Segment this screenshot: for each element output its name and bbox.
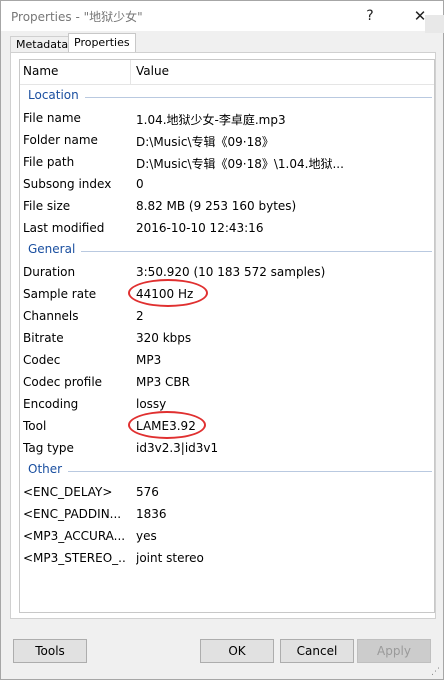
group-label: Location [28,88,85,102]
column-divider[interactable] [130,60,131,84]
list-row[interactable]: File path D:\Music\专辑《09·18》\1.04.地狱... [20,152,434,174]
list-row[interactable]: Folder name D:\Music\专辑《09·18》 [20,130,434,152]
property-name: Codec profile [23,375,103,389]
property-name: Folder name [23,133,98,147]
list-header: Name Value [20,60,434,85]
property-value: 3:50.920 (10 183 572 samples) [136,265,326,279]
property-name: Tool [23,419,47,433]
property-name: File path [23,155,75,169]
property-value: MP3 [136,353,162,367]
property-value: lossy [136,397,167,411]
property-name: File size [23,199,71,213]
list-row[interactable]: Sample rate 44100 Hz [20,284,434,306]
cancel-button[interactable]: Cancel [280,639,354,663]
property-name: Channels [23,309,79,323]
property-name: Duration [23,265,76,279]
list-row[interactable]: <MP3_STEREO_... joint stereo [20,548,434,570]
property-value: 8.82 MB (9 253 160 bytes) [136,199,297,213]
property-value: D:\Music\专辑《09·18》 [136,135,274,149]
property-name: Tag type [23,441,74,455]
list-row[interactable]: Tool LAME3.92 [20,416,434,438]
window-title: Properties - "地狱少女" [11,10,143,24]
tools-button[interactable]: Tools [13,639,87,663]
list-row[interactable]: Codec profile MP3 CBR [20,372,434,394]
group-label: Other [28,462,69,476]
property-name: Sample rate [23,287,97,301]
annotation-circle [128,279,208,307]
list-row[interactable]: File size 8.82 MB (9 253 160 bytes) [20,196,434,218]
property-name: <ENC_DELAY> [23,485,113,499]
group-label: General [28,242,82,256]
property-value: 1836 [136,507,167,521]
property-value: joint stereo [136,551,204,565]
list-row[interactable]: Tag type id3v2.3|id3v1 [20,438,434,460]
help-button[interactable]: ? [351,1,389,31]
list-row[interactable]: Channels 2 [20,306,434,328]
property-value: MP3 CBR [136,375,190,389]
property-name: <MP3_ACCURA... [23,529,126,543]
properties-window: Properties - "地狱少女" ? ✕ Metadata Propert… [0,0,444,680]
group-divider [28,97,432,98]
property-value: 576 [136,485,159,499]
group-header: General [20,240,434,260]
apply-button[interactable]: Apply [357,639,431,663]
group-divider [28,471,432,472]
property-name: Last modified [23,221,105,235]
properties-panel: Name Value Location File name 1.04.地狱少女-李卓… [10,52,436,619]
list-row[interactable]: <MP3_ACCURA... yes [20,526,434,548]
group-divider [28,251,432,252]
property-name: Encoding [23,397,79,411]
property-value: yes [136,529,157,543]
property-name: Codec [23,353,61,367]
column-header-name[interactable]: Name [23,64,58,78]
property-value: 2 [136,309,144,323]
property-name: File name [23,111,81,125]
list-row[interactable]: File name 1.04.地狱少女-李卓庭.mp3 [20,108,434,130]
list-row[interactable]: Bitrate 320 kbps [20,328,434,350]
list-row[interactable]: Last modified 2016-10-10 12:43:16 [20,218,434,240]
list-row[interactable]: Subsong index 0 [20,174,434,196]
property-name: Subsong index [23,177,112,191]
property-value: 320 kbps [136,331,192,345]
group-header: Other [20,460,434,480]
list-row[interactable]: Encoding lossy [20,394,434,416]
scroll-stub [425,15,444,33]
list-row[interactable]: Duration 3:50.920 (10 183 572 samples) [20,262,434,284]
list-row[interactable]: Codec MP3 [20,350,434,372]
property-name: <MP3_STEREO_... [23,551,127,565]
tab-metadata[interactable]: Metadata [10,36,75,53]
resize-grip-icon[interactable]: ⋰ [431,667,440,677]
list-row[interactable]: <ENC_PADDIN... 1836 [20,504,434,526]
title-bar[interactable]: Properties - "地狱少女" ? ✕ [1,1,443,31]
property-value: 2016-10-10 12:43:16 [136,221,264,235]
group-header: Location [20,86,434,106]
property-value: 1.04.地狱少女-李卓庭.mp3 [136,113,286,127]
property-value: id3v2.3|id3v1 [136,441,219,455]
column-header-value[interactable]: Value [136,64,169,78]
properties-list[interactable]: Name Value Location File name 1.04.地狱少女-李卓… [19,59,435,613]
property-name: <ENC_PADDIN... [23,507,122,521]
property-name: Bitrate [23,331,64,345]
property-value: D:\Music\专辑《09·18》\1.04.地狱... [136,157,344,171]
ok-button[interactable]: OK [200,639,274,663]
tab-properties[interactable]: Properties [68,33,136,53]
list-row[interactable]: <ENC_DELAY> 576 [20,482,434,504]
property-value: 0 [136,177,144,191]
annotation-circle [128,411,206,439]
